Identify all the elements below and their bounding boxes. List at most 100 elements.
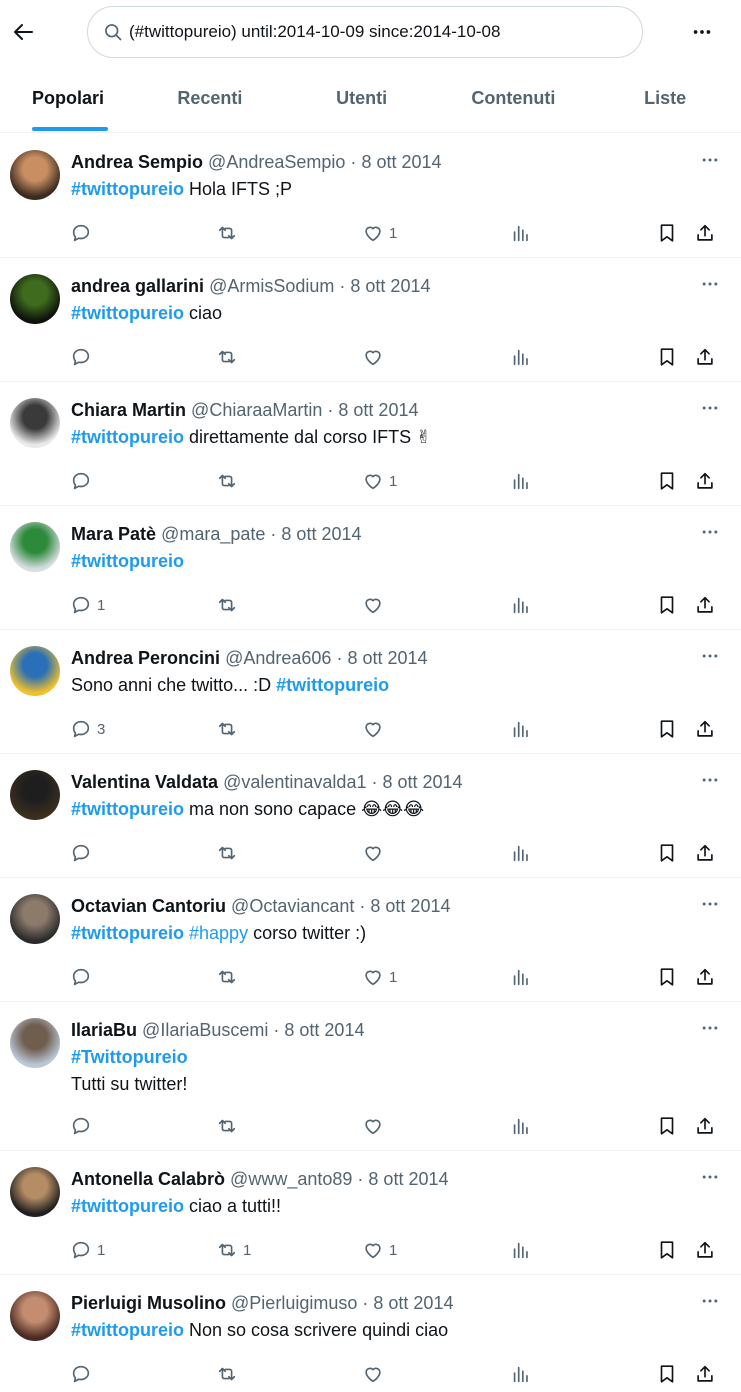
avatar[interactable] — [10, 894, 60, 944]
author-handle[interactable]: @valentinavalda1 — [223, 772, 366, 792]
retweet-button[interactable] — [216, 221, 243, 245]
tweet-date[interactable]: 8 ott 2014 — [383, 772, 463, 792]
views-button[interactable] — [510, 1362, 532, 1386]
tab-popolari[interactable]: Popolari — [0, 64, 134, 133]
tweet[interactable]: Andrea Sempio @AndreaSempio · 8 ott 2014… — [0, 134, 741, 258]
avatar[interactable] — [10, 1291, 60, 1341]
hashtag-link[interactable]: #twittopureio — [71, 1196, 184, 1216]
reply-button[interactable]: 1 — [70, 593, 105, 617]
avatar[interactable] — [10, 1167, 60, 1217]
tweet-more-button[interactable] — [695, 1165, 725, 1189]
tweet-more-button[interactable] — [695, 644, 725, 668]
share-button[interactable] — [694, 593, 716, 617]
views-button[interactable] — [510, 221, 532, 245]
views-button[interactable] — [510, 1238, 532, 1262]
author-handle[interactable]: @ArmisSodium — [209, 276, 334, 296]
views-button[interactable] — [510, 841, 532, 865]
tweet-more-button[interactable] — [695, 892, 725, 916]
tweet-more-button[interactable] — [695, 1289, 725, 1313]
tweet-date[interactable]: 8 ott 2014 — [281, 524, 361, 544]
tweet[interactable]: Andrea Peroncini @Andrea606 · 8 ott 2014… — [0, 630, 741, 754]
reply-button[interactable] — [70, 965, 97, 989]
bookmark-button[interactable] — [656, 593, 678, 617]
retweet-button[interactable] — [216, 469, 243, 493]
bookmark-button[interactable] — [656, 469, 678, 493]
bookmark-button[interactable] — [656, 1238, 678, 1262]
hashtag-link[interactable]: #Twittopureio — [71, 1047, 188, 1067]
tweet[interactable]: IlariaBu @IlariaBuscemi · 8 ott 2014 #Tw… — [0, 1002, 741, 1151]
author-handle[interactable]: @Andrea606 — [225, 648, 331, 668]
hashtag-link[interactable]: #twittopureio — [71, 551, 184, 571]
avatar[interactable] — [10, 646, 60, 696]
tab-liste[interactable]: Liste — [589, 64, 741, 133]
author-handle[interactable]: @Pierluigimuso — [231, 1293, 357, 1313]
tweet-more-button[interactable] — [695, 396, 725, 420]
avatar[interactable] — [10, 1018, 60, 1068]
reply-button[interactable] — [70, 469, 97, 493]
retweet-button[interactable] — [216, 841, 243, 865]
reply-button[interactable] — [70, 1114, 97, 1138]
retweet-button[interactable] — [216, 965, 243, 989]
reply-button[interactable] — [70, 841, 97, 865]
author-name[interactable]: Antonella Calabrò — [71, 1169, 225, 1189]
views-button[interactable] — [510, 593, 532, 617]
retweet-button[interactable] — [216, 1362, 243, 1386]
retweet-button[interactable] — [216, 1114, 243, 1138]
author-name[interactable]: Pierluigi Musolino — [71, 1293, 226, 1313]
share-button[interactable] — [694, 1362, 716, 1386]
tweet-date[interactable]: 8 ott 2014 — [361, 152, 441, 172]
avatar[interactable] — [10, 150, 60, 200]
tweet-date[interactable]: 8 ott 2014 — [284, 1020, 364, 1040]
like-button[interactable]: 1 — [362, 965, 397, 989]
bookmark-button[interactable] — [656, 965, 678, 989]
author-name[interactable]: Mara Patè — [71, 524, 156, 544]
tweet-date[interactable]: 8 ott 2014 — [347, 648, 427, 668]
tab-contenuti[interactable]: Contenuti — [438, 64, 590, 133]
author-handle[interactable]: @www_anto89 — [230, 1169, 352, 1189]
share-button[interactable] — [694, 1238, 716, 1262]
avatar[interactable] — [10, 274, 60, 324]
hashtag-link[interactable]: #twittopureio — [71, 303, 184, 323]
tweet[interactable]: Antonella Calabrò @www_anto89 · 8 ott 20… — [0, 1151, 741, 1275]
tweet-more-button[interactable] — [695, 148, 725, 172]
author-name[interactable]: IlariaBu — [71, 1020, 137, 1040]
author-handle[interactable]: @Octaviancant — [231, 896, 354, 916]
views-button[interactable] — [510, 717, 532, 741]
hashtag-link[interactable]: #twittopureio — [71, 427, 184, 447]
more-options-button[interactable] — [682, 14, 722, 50]
tweet-more-button[interactable] — [695, 520, 725, 544]
back-button[interactable] — [6, 12, 42, 52]
search-input[interactable] — [129, 22, 609, 42]
tweet[interactable]: andrea gallarini @ArmisSodium · 8 ott 20… — [0, 258, 741, 382]
views-button[interactable] — [510, 965, 532, 989]
share-button[interactable] — [694, 221, 716, 245]
tweet[interactable]: Chiara Martin @ChiaraaMartin · 8 ott 201… — [0, 382, 741, 506]
like-button[interactable]: 1 — [362, 469, 397, 493]
bookmark-button[interactable] — [656, 221, 678, 245]
views-button[interactable] — [510, 345, 532, 369]
share-button[interactable] — [694, 469, 716, 493]
retweet-button[interactable] — [216, 345, 243, 369]
reply-button[interactable] — [70, 1362, 97, 1386]
author-handle[interactable]: @AndreaSempio — [208, 152, 345, 172]
tab-recenti[interactable]: Recenti — [134, 64, 286, 133]
author-handle[interactable]: @ChiaraaMartin — [191, 400, 322, 420]
author-name[interactable]: Chiara Martin — [71, 400, 186, 420]
tweet-more-button[interactable] — [695, 272, 725, 296]
tweet-date[interactable]: 8 ott 2014 — [338, 400, 418, 420]
like-button[interactable] — [362, 1114, 389, 1138]
author-name[interactable]: Valentina Valdata — [71, 772, 218, 792]
author-name[interactable]: Andrea Sempio — [71, 152, 203, 172]
bookmark-button[interactable] — [656, 717, 678, 741]
share-button[interactable] — [694, 841, 716, 865]
like-button[interactable] — [362, 1362, 389, 1386]
like-button[interactable] — [362, 717, 389, 741]
like-button[interactable] — [362, 345, 389, 369]
views-button[interactable] — [510, 1114, 532, 1138]
tweet[interactable]: Pierluigi Musolino @Pierluigimuso · 8 ot… — [0, 1275, 741, 1392]
bookmark-button[interactable] — [656, 1114, 678, 1138]
like-button[interactable] — [362, 593, 389, 617]
tweet[interactable]: Valentina Valdata @valentinavalda1 · 8 o… — [0, 754, 741, 878]
hashtag-link[interactable]: #twittopureio — [71, 179, 184, 199]
tweet[interactable]: Octavian Cantoriu @Octaviancant · 8 ott … — [0, 878, 741, 1002]
